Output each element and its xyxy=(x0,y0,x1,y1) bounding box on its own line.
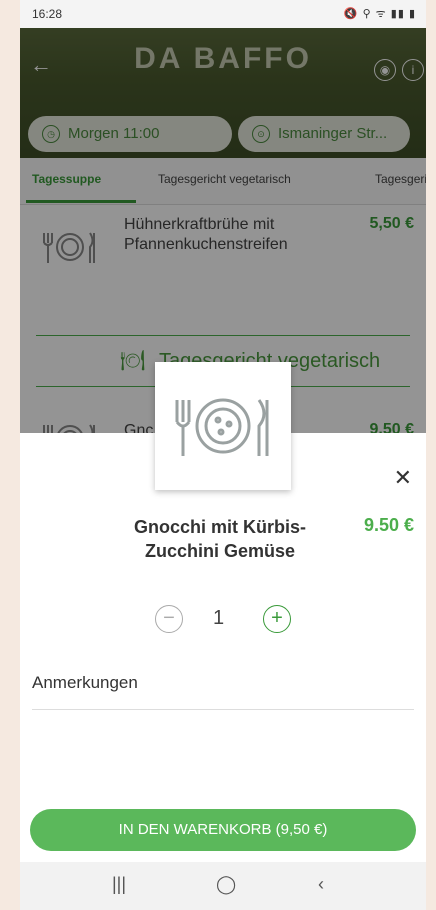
close-icon[interactable]: ✕ xyxy=(394,465,412,491)
notes-field[interactable]: Anmerkungen xyxy=(32,673,138,693)
status-icons: 🔇 ⚲ ᯤ ▮▮ ▮ xyxy=(343,8,416,20)
sheet-dish-name: Gnocchi mit Kürbis-Zucchini Gemüse xyxy=(133,517,306,561)
back-icon[interactable]: ‹ xyxy=(318,874,324,895)
minus-button[interactable]: − xyxy=(155,605,183,633)
plate-cutlery-icon xyxy=(175,398,269,456)
quantity-stepper: − 1 + xyxy=(155,601,291,641)
sheet-price: 9.50 € xyxy=(363,515,414,535)
dish-image xyxy=(155,362,291,490)
system-nav-bar: ||| ◯ ‹ xyxy=(20,862,426,910)
plus-button[interactable]: + xyxy=(263,605,291,633)
product-sheet: ✕ Gnocchi mit Kürbis-Zucchini Gemüse 9.5… xyxy=(20,433,426,851)
status-time: 16:28 xyxy=(32,7,63,21)
phone-screen: 16:28 🔇 ⚲ ᯤ ▮▮ ▮ ← DA BAFFO ◉ i ◷ Morgen… xyxy=(20,0,426,910)
quantity-value: 1 xyxy=(213,607,225,629)
add-to-cart-button[interactable]: IN DEN WARENKORB (9,50 €) xyxy=(30,809,416,851)
status-bar: 16:28 🔇 ⚲ ᯤ ▮▮ ▮ xyxy=(20,0,426,28)
home-icon[interactable]: ◯ xyxy=(216,874,236,895)
recent-apps-icon[interactable]: ||| xyxy=(112,874,126,895)
notes-underline xyxy=(32,709,414,710)
